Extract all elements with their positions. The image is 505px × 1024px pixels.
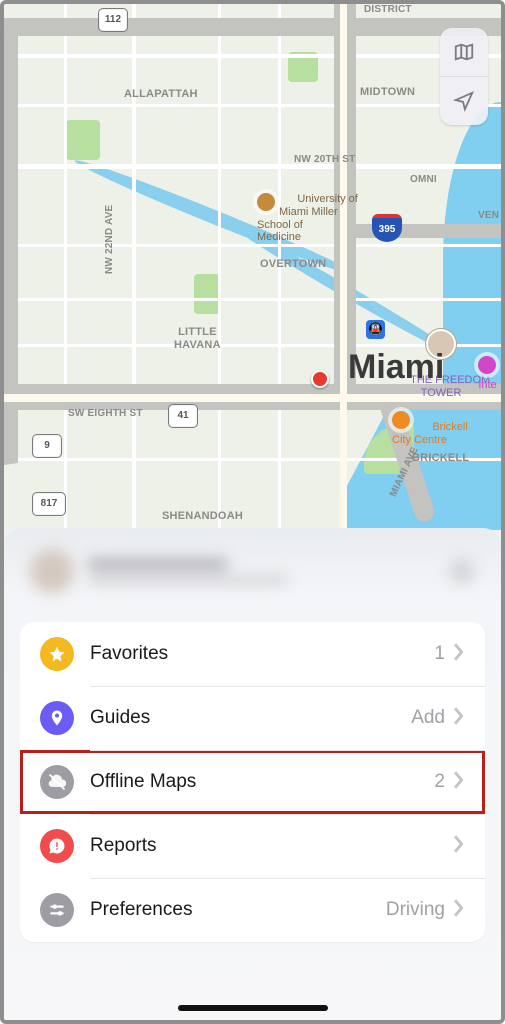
map-poi-label[interactable]: Inte xyxy=(474,356,501,391)
route-shield: 112 xyxy=(98,8,128,32)
transit-icon[interactable]: 🚇 xyxy=(366,320,385,339)
chevron-right-icon xyxy=(453,835,465,858)
map-district-label: MIDTOWN xyxy=(360,86,415,98)
map-highway xyxy=(344,224,504,238)
menu-row-preferences[interactable]: Preferences Driving xyxy=(20,878,485,942)
menu-label: Reports xyxy=(90,835,445,857)
menu-card: Favorites 1 Guides Add xyxy=(20,622,485,942)
cloud-slash-icon xyxy=(40,765,74,799)
map-district-label: OVERTOWN xyxy=(260,258,326,270)
map-park xyxy=(194,274,220,314)
poi-icon xyxy=(257,193,275,211)
bottom-sheet: Favorites 1 Guides Add xyxy=(4,528,501,1020)
route-shield: 9 xyxy=(32,434,62,458)
menu-label: Favorites xyxy=(90,643,434,665)
star-icon xyxy=(40,637,74,671)
home-indicator[interactable] xyxy=(178,1005,328,1011)
menu-meta: 2 xyxy=(434,771,445,793)
menu-row-guides[interactable]: Guides Add xyxy=(20,686,485,750)
chevron-right-icon xyxy=(453,771,465,794)
map-city-label: Miami xyxy=(348,348,444,387)
menu-label: Preferences xyxy=(90,899,386,921)
alert-bubble-icon xyxy=(40,829,74,863)
map-road xyxy=(218,4,221,528)
menu-row-favorites[interactable]: Favorites 1 xyxy=(20,622,485,686)
map-road xyxy=(132,4,136,528)
chevron-right-icon xyxy=(453,707,465,730)
map-district-label: ALLAPATTAH xyxy=(124,88,198,100)
close-icon[interactable] xyxy=(449,558,475,584)
map-poi-label[interactable]: University of Miami Miller School of Med… xyxy=(257,168,336,256)
map-controls xyxy=(440,28,488,125)
route-shield: 41 xyxy=(168,404,198,428)
map-street-label: SW EIGHTH ST xyxy=(68,408,143,419)
map-canvas[interactable]: 112 41 9 817 395 ALLAPATTAH MIDTOWN DIST… xyxy=(4,4,501,528)
menu-row-reports[interactable]: Reports xyxy=(20,814,485,878)
map-district-label: SHENANDOAH xyxy=(162,510,243,522)
menu-meta: Add xyxy=(411,707,445,729)
poi-icon xyxy=(392,411,410,429)
map-pin[interactable] xyxy=(311,370,329,388)
menu-label: Guides xyxy=(90,707,411,729)
map-road xyxy=(4,104,501,107)
map-road xyxy=(64,4,67,528)
map-road xyxy=(4,298,501,301)
profile-text xyxy=(88,558,435,584)
map-district-label: DISTRICT xyxy=(364,4,412,15)
poi-text: Inte xyxy=(478,379,496,391)
profile-header[interactable] xyxy=(4,528,501,614)
map-road xyxy=(4,54,501,58)
map-district-label: OMNI xyxy=(410,174,437,185)
menu-meta: 1 xyxy=(434,643,445,665)
menu-label: Offline Maps xyxy=(90,771,434,793)
map-road xyxy=(4,164,501,169)
route-shield: 817 xyxy=(32,492,66,516)
map-street-label: NW 22ND AVE xyxy=(104,205,115,274)
menu-row-offline-maps[interactable]: Offline Maps 2 xyxy=(20,750,485,814)
map-mode-button[interactable] xyxy=(440,28,488,76)
menu-meta: Driving xyxy=(386,899,445,921)
locate-me-button[interactable] xyxy=(440,76,488,125)
map-street-label: NW 20TH ST xyxy=(294,154,355,165)
map-road xyxy=(4,244,501,247)
chevron-right-icon xyxy=(453,899,465,922)
device-frame: 112 41 9 817 395 ALLAPATTAH MIDTOWN DIST… xyxy=(0,0,505,1024)
interstate-shield: 395 xyxy=(372,214,402,242)
map-highway xyxy=(4,18,501,36)
poi-icon xyxy=(478,356,496,374)
map-poi-label[interactable]: Brickell City Centre xyxy=(392,396,447,459)
chevron-right-icon xyxy=(453,643,465,666)
map-district-label: VEN xyxy=(478,210,499,221)
sliders-icon xyxy=(40,893,74,927)
map-major-road xyxy=(340,4,347,528)
map-park xyxy=(66,120,100,160)
map-district-label: LITTLE HAVANA xyxy=(174,326,221,352)
avatar xyxy=(30,549,74,593)
guides-icon xyxy=(40,701,74,735)
